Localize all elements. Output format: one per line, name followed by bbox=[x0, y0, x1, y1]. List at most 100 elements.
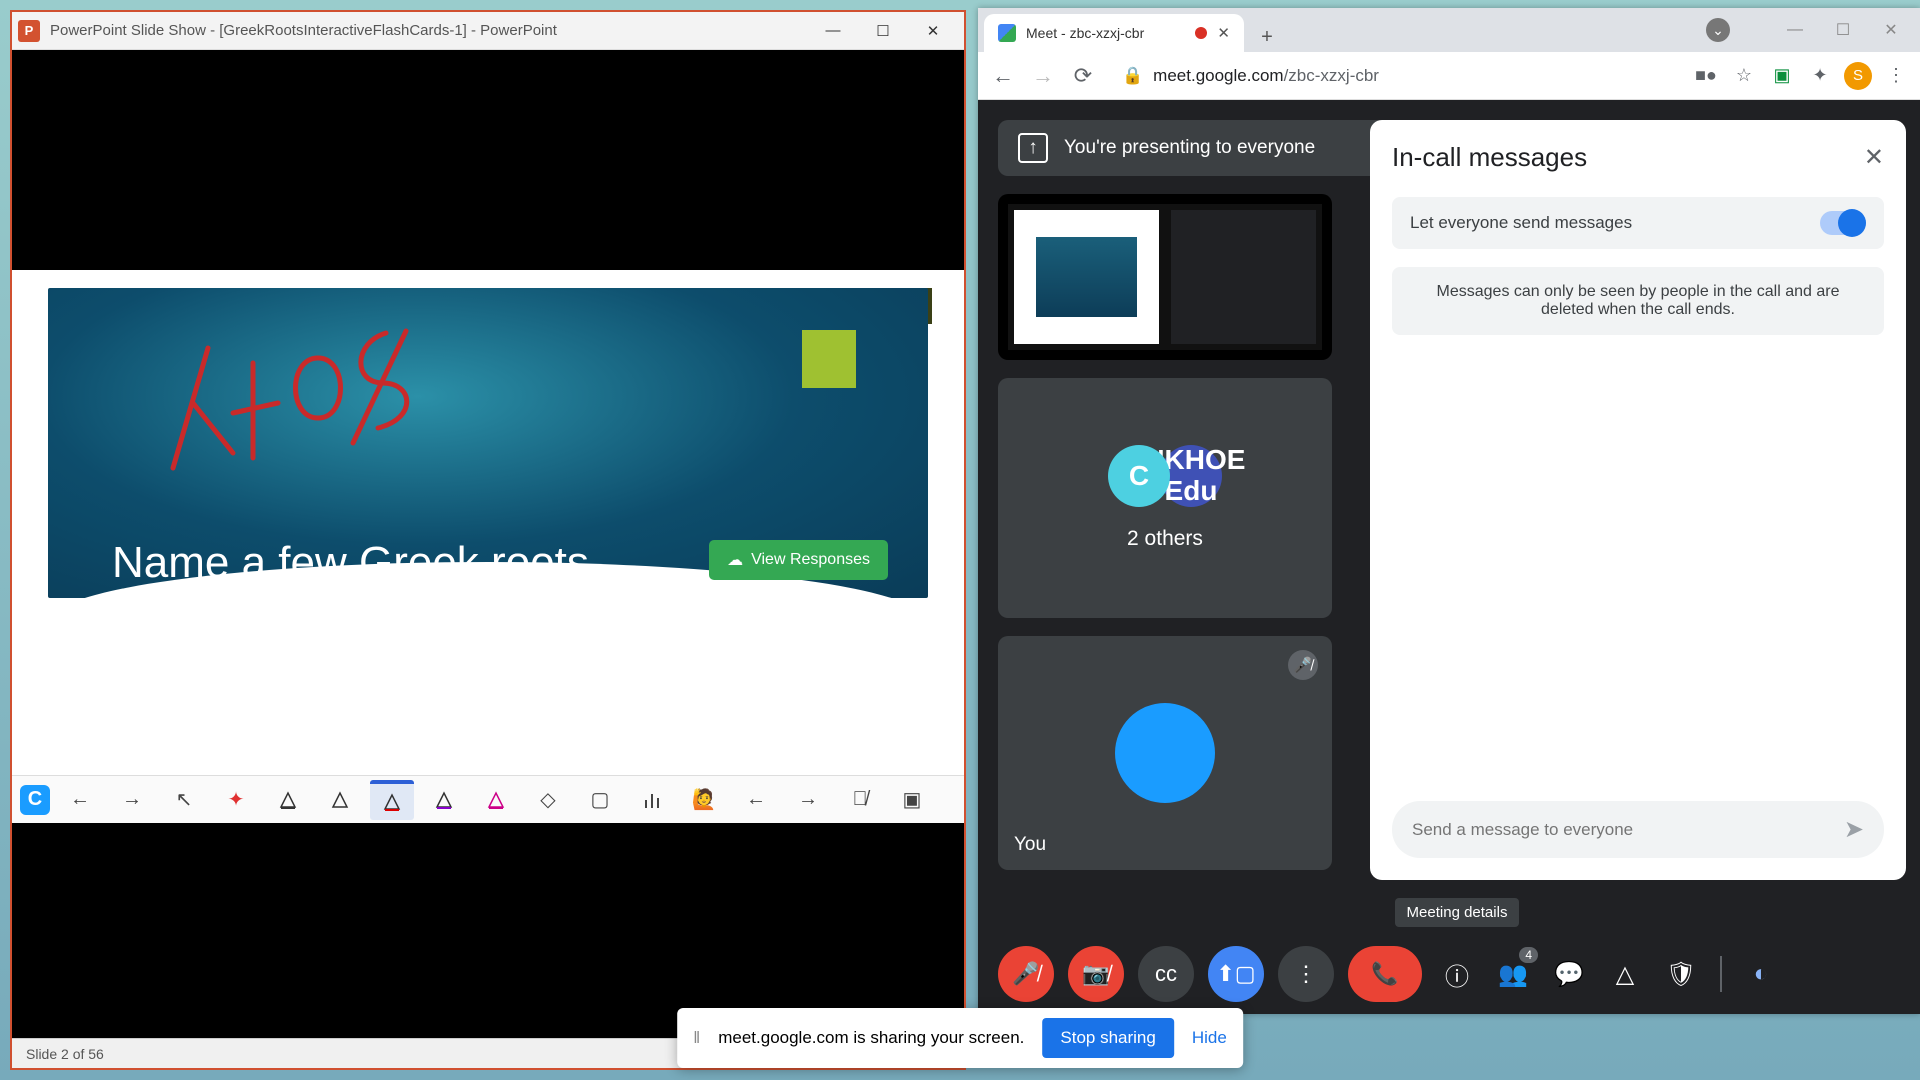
participant-tiles: C INKHOE Edu 2 others 🎤̸ You bbox=[998, 194, 1332, 870]
tab-search-button[interactable]: ⌄ bbox=[1706, 18, 1730, 42]
classpoint-toolbar: C ← → ↖ ✦ ◇ ▢ 🙋 ← → 👁̸ ▣ bbox=[12, 775, 964, 823]
stop-sharing-button[interactable]: Stop sharing bbox=[1042, 1018, 1173, 1058]
muted-icon: 🎤̸ bbox=[1288, 650, 1318, 680]
window-title: PowerPoint Slide Show - [GreekRootsInter… bbox=[50, 22, 808, 39]
chrome-maximize[interactable]: ☐ bbox=[1820, 14, 1866, 46]
lock-icon: 🔒 bbox=[1122, 66, 1143, 86]
url-host: meet.google.com bbox=[1153, 66, 1283, 85]
messages-title: In-call messages bbox=[1392, 142, 1587, 173]
divider bbox=[1720, 956, 1722, 992]
chrome-toolbar: ← → ⟳ 🔒 meet.google.com/zbc-xzxj-cbr ■● … bbox=[978, 52, 1920, 100]
profile-avatar[interactable]: S bbox=[1844, 62, 1872, 90]
message-input[interactable] bbox=[1412, 820, 1844, 840]
maximize-button[interactable]: ☐ bbox=[858, 13, 908, 49]
meet-favicon bbox=[998, 24, 1016, 42]
url-path: /zbc-xzxj-cbr bbox=[1284, 66, 1379, 85]
chrome-tab-strip: Meet - zbc-xzxj-cbr ✕ + ⌄ — ☐ ✕ bbox=[978, 8, 1920, 52]
tool-laser[interactable]: ✦ bbox=[214, 780, 258, 820]
people-count-badge: 4 bbox=[1519, 947, 1538, 963]
tool-pick-name[interactable]: 🙋 bbox=[682, 780, 726, 820]
extensions-button[interactable]: ✦ bbox=[1806, 65, 1834, 86]
tool-next[interactable]: → bbox=[786, 780, 830, 820]
tool-hide[interactable]: 👁̸ bbox=[838, 780, 882, 820]
new-tab-button[interactable]: + bbox=[1252, 22, 1282, 52]
slide-green-tab bbox=[802, 330, 856, 388]
tool-whiteboard[interactable]: ▢ bbox=[578, 780, 622, 820]
view-responses-button[interactable]: ☁ View Responses bbox=[709, 540, 888, 580]
tool-prev[interactable]: ← bbox=[734, 780, 778, 820]
host-controls-button[interactable]: 🛡 bbox=[1660, 953, 1702, 995]
view-responses-label: View Responses bbox=[751, 551, 870, 569]
self-avatar bbox=[1115, 703, 1215, 803]
messages-toggle[interactable] bbox=[1820, 211, 1866, 235]
tab-close-button[interactable]: ✕ bbox=[1217, 24, 1230, 42]
address-bar[interactable]: 🔒 meet.google.com/zbc-xzxj-cbr bbox=[1108, 66, 1682, 86]
slide-letterbox-top bbox=[12, 50, 964, 270]
powerpoint-window: P PowerPoint Slide Show - [GreekRootsInt… bbox=[10, 10, 966, 1070]
recording-indicator-icon bbox=[1195, 27, 1207, 39]
tooltip: Meeting details bbox=[1395, 898, 1520, 927]
messages-toggle-label: Let everyone send messages bbox=[1410, 213, 1632, 233]
tool-pointer[interactable]: ↖ bbox=[162, 780, 206, 820]
people-button[interactable]: 👥 4 bbox=[1492, 953, 1534, 995]
meet-main: ↑ You're presenting to everyone C INKHOE… bbox=[978, 100, 1920, 1014]
tool-pen-black[interactable] bbox=[266, 780, 310, 820]
messages-info-text: Messages can only be seen by people in t… bbox=[1392, 267, 1884, 335]
back-button[interactable]: ← bbox=[988, 63, 1018, 89]
messages-close-button[interactable]: ✕ bbox=[1864, 143, 1884, 172]
slide-counter: Slide 2 of 56 bbox=[26, 1046, 104, 1062]
meet-controls: 🎤̸ 📷̸ cc ⬆▢ ⋮ 📞 ⓘ Meeting details 👥 4 💬 … bbox=[978, 934, 1920, 1014]
tool-more[interactable]: ▣ bbox=[890, 780, 934, 820]
chrome-close[interactable]: ✕ bbox=[1868, 14, 1914, 46]
screen-share-tile[interactable] bbox=[998, 194, 1332, 360]
reload-button[interactable]: ⟳ bbox=[1068, 63, 1098, 89]
screen-sharing-bar: ‖ meet.google.com is sharing your screen… bbox=[677, 1008, 1243, 1068]
self-tile[interactable]: 🎤̸ You bbox=[998, 636, 1332, 870]
mic-button[interactable]: 🎤̸ bbox=[998, 946, 1054, 1002]
chrome-minimize[interactable]: — bbox=[1772, 14, 1818, 46]
browser-tab[interactable]: Meet - zbc-xzxj-cbr ✕ bbox=[984, 14, 1244, 52]
more-options-button[interactable]: ⋮ bbox=[1278, 946, 1334, 1002]
powerpoint-titlebar: P PowerPoint Slide Show - [GreekRootsInt… bbox=[12, 12, 964, 50]
activities-button[interactable]: △ bbox=[1604, 953, 1646, 995]
participant-avatar-1: C bbox=[1108, 445, 1170, 507]
slide: Name a few Greek roots ☁ View Responses bbox=[48, 288, 928, 598]
messages-panel: In-call messages ✕ Let everyone send mes… bbox=[1370, 120, 1906, 880]
classpoint-logo[interactable]: C bbox=[20, 785, 50, 815]
tool-eraser[interactable]: ◇ bbox=[526, 780, 570, 820]
camera-indicator-icon[interactable]: ■● bbox=[1692, 65, 1720, 86]
bookmark-button[interactable]: ☆ bbox=[1730, 65, 1758, 86]
message-input-row: ➤ bbox=[1392, 801, 1884, 858]
pause-icon[interactable]: ‖ bbox=[693, 1028, 700, 1048]
camera-button[interactable]: 📷̸ bbox=[1068, 946, 1124, 1002]
tool-forward[interactable]: → bbox=[110, 780, 154, 820]
ink-annotation bbox=[158, 323, 468, 483]
send-icon[interactable]: ➤ bbox=[1844, 815, 1864, 844]
slide-letterbox-bottom bbox=[12, 823, 964, 1038]
side-panel-button[interactable]: ◐ bbox=[1740, 953, 1782, 995]
tab-title: Meet - zbc-xzxj-cbr bbox=[1026, 25, 1144, 41]
chat-button[interactable]: 💬 bbox=[1548, 953, 1590, 995]
tool-back[interactable]: ← bbox=[58, 780, 102, 820]
tool-poll[interactable] bbox=[630, 780, 674, 820]
slide-area[interactable]: class code 44463 👥 1 Name a few Greek ro… bbox=[12, 270, 964, 775]
minimize-button[interactable]: — bbox=[808, 13, 858, 49]
tool-highlighter[interactable] bbox=[474, 780, 518, 820]
forward-button[interactable]: → bbox=[1028, 63, 1058, 89]
present-button[interactable]: ⬆▢ bbox=[1208, 946, 1264, 1002]
powerpoint-icon: P bbox=[18, 20, 40, 42]
close-button[interactable]: ✕ bbox=[908, 13, 958, 49]
extension-icon[interactable]: ▣ bbox=[1768, 65, 1796, 86]
tool-pen-outline[interactable] bbox=[318, 780, 362, 820]
hide-sharing-button[interactable]: Hide bbox=[1192, 1028, 1227, 1048]
tool-pen-purple[interactable] bbox=[422, 780, 466, 820]
hangup-button[interactable]: 📞 bbox=[1348, 946, 1422, 1002]
tool-pen-red[interactable] bbox=[370, 780, 414, 820]
chrome-window: Meet - zbc-xzxj-cbr ✕ + ⌄ — ☐ ✕ ← → ⟳ 🔒 … bbox=[978, 8, 1920, 1014]
presenting-text: You're presenting to everyone bbox=[1064, 137, 1315, 159]
others-tile[interactable]: C INKHOE Edu 2 others bbox=[998, 378, 1332, 618]
chrome-menu-button[interactable]: ⋮ bbox=[1882, 65, 1910, 86]
captions-button[interactable]: cc bbox=[1138, 946, 1194, 1002]
messages-permission-row: Let everyone send messages bbox=[1392, 197, 1884, 249]
meeting-details-button[interactable]: ⓘ Meeting details bbox=[1436, 953, 1478, 995]
